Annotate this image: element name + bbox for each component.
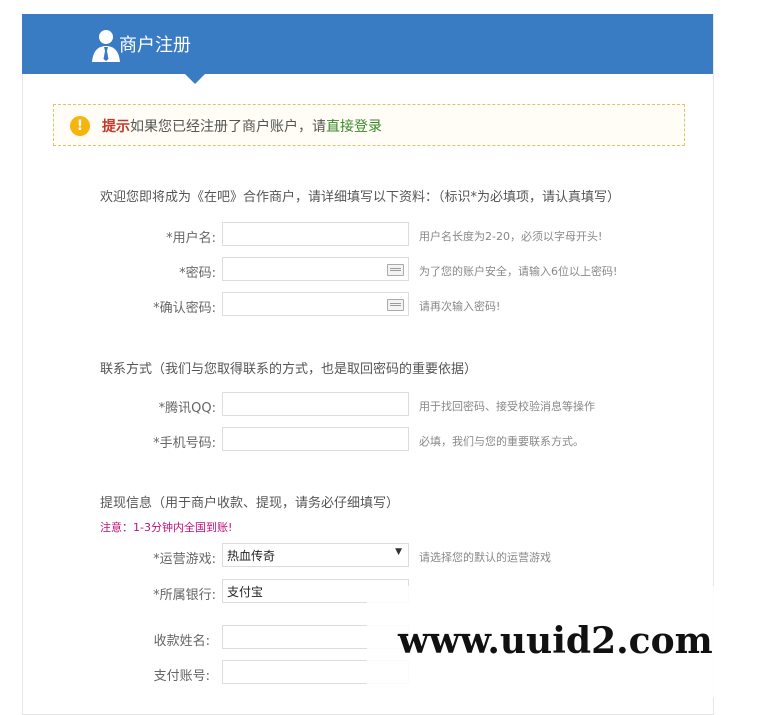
phone-hint: 必填，我们与您的重要联系方式。 (419, 435, 584, 448)
password-input[interactable] (222, 257, 409, 281)
section-contact-title: 联系方式（我们与您取得联系的方式，也是取回密码的重要依据） (100, 362, 478, 377)
game-label: *运营游戏: (153, 552, 216, 567)
qq-input[interactable] (222, 392, 409, 416)
keyboard-icon[interactable] (387, 299, 404, 311)
direct-login-link[interactable]: 直接登录 (326, 119, 382, 135)
arrival-note: 注意：1-3分钟内全国到账! (100, 521, 233, 534)
game-select-value: 热血传奇 (227, 549, 276, 563)
watermark-text: www.uuid2.com (398, 620, 713, 662)
bank-label: *所属银行: (153, 588, 216, 603)
warning-icon: ! (70, 116, 90, 136)
section-withdraw-title: 提现信息（用于商户收款、提现，请务必仔细填写） (100, 496, 400, 511)
game-select[interactable]: 热血传奇 ▼ (222, 543, 409, 567)
phone-label: *手机号码: (153, 436, 216, 451)
pay-account-label: 支付账号: (153, 669, 210, 684)
phone-input[interactable] (222, 427, 409, 451)
username-hint: 用户名长度为2-20，必须以字母开头! (419, 230, 603, 243)
tip-label: 提示 (102, 119, 130, 135)
bank-select-value: 支付宝 (227, 585, 264, 599)
username-input[interactable] (222, 222, 409, 246)
header-pointer (185, 74, 205, 84)
game-hint: 请选择您的默认的运营游戏 (419, 551, 551, 564)
page-title: 商户注册 (119, 35, 191, 56)
confirm-password-hint: 请再次输入密码! (419, 300, 501, 313)
qq-label: *腾讯QQ: (158, 401, 216, 416)
dropdown-arrow-icon: ▼ (395, 547, 402, 557)
username-label: *用户名: (166, 231, 216, 246)
section-account-title: 欢迎您即将成为《在吧》合作商户，请详细填写以下资料：（标识*为必填项，请认真填写… (100, 190, 621, 205)
payee-name-label: 收款姓名: (153, 634, 210, 649)
tip-box: ! 提示如果您已经注册了商户账户，请直接登录 (53, 104, 685, 146)
password-label: *密码: (179, 266, 216, 281)
page-header: 商户注册 (22, 14, 713, 84)
qq-hint: 用于找回密码、接受校验消息等操作 (419, 400, 595, 413)
confirm-password-input[interactable] (222, 292, 409, 316)
password-hint: 为了您的账户安全，请输入6位以上密码! (419, 265, 618, 278)
tip-message: 如果您已经注册了商户账户，请 (130, 119, 326, 135)
keyboard-icon[interactable] (387, 264, 404, 276)
tip-text: 提示如果您已经注册了商户账户，请直接登录 (102, 116, 382, 136)
confirm-password-label: *确认密码: (153, 301, 216, 316)
merchant-user-icon (92, 30, 120, 62)
